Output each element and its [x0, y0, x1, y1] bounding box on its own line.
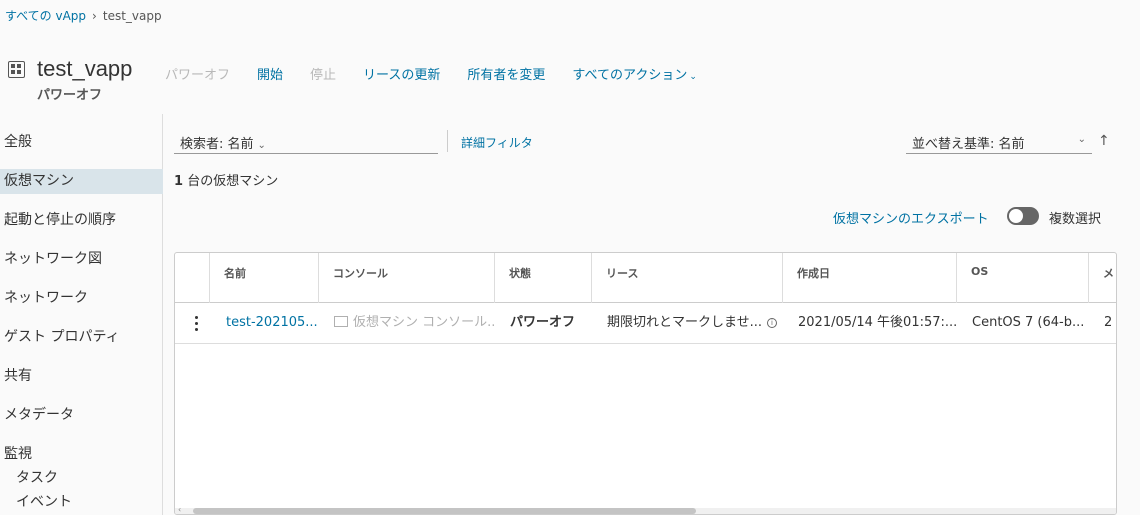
column-header-extra[interactable]: メ [1088, 253, 1116, 303]
row-actions-icon[interactable] [189, 314, 205, 334]
table-row: test-202105... 仮想マシン コンソール... パワーオフ 期限切れ… [175, 304, 1116, 344]
power-off-button[interactable]: パワーオフ [165, 64, 230, 83]
sidebar-item-metadata[interactable]: メタデータ [0, 403, 163, 428]
sidebar-item-network-diagram[interactable]: ネットワーク図 [0, 247, 163, 272]
vm-datagrid: 名前 コンソール 状態 リース 作成日 OS メ test-202105... … [174, 252, 1117, 515]
sidebar-item-monitor[interactable]: 監視 [0, 442, 163, 467]
renew-lease-button[interactable]: リースの更新 [363, 64, 440, 83]
horizontal-scrollbar[interactable]: ‹ [175, 505, 1116, 514]
breadcrumb-all-vapps-link[interactable]: すべての vApp [5, 7, 86, 24]
chevron-down-icon: ⌄ [1077, 134, 1086, 145]
arrow-up-icon[interactable]: ↑ [1098, 133, 1110, 149]
vm-extra: 2 [1104, 315, 1113, 330]
search-by-select[interactable]: 検索者: 名前 ⌄ [174, 129, 438, 154]
all-actions-label: すべてのアクション [572, 68, 688, 83]
export-vm-link[interactable]: 仮想マシンのエクスポート [833, 208, 989, 227]
sidebar: 全般 仮想マシン 起動と停止の順序 ネットワーク図 ネットワーク ゲスト プロパ… [0, 114, 163, 515]
page-header: test_vapp パワーオフ パワーオフ 開始 停止 リースの更新 所有者を変… [5, 56, 1135, 106]
page-title: test_vapp [37, 56, 133, 81]
scrollbar-thumb[interactable] [193, 508, 696, 514]
vm-name-link[interactable]: test-202105... [209, 304, 318, 344]
start-button[interactable]: 開始 [257, 64, 283, 83]
sort-by-label: 並べ替え基準: 名前 [912, 137, 1025, 152]
divider [447, 130, 448, 152]
vapp-status: パワーオフ [37, 88, 103, 103]
search-by-label: 検索者: 名前 [180, 137, 254, 152]
column-header-state[interactable]: 状態 [494, 253, 591, 303]
console-icon [334, 316, 348, 327]
sidebar-item-start-stop-order[interactable]: 起動と停止の順序 [0, 208, 163, 233]
all-actions-dropdown[interactable]: すべてのアクション ⌄ [572, 64, 696, 83]
sidebar-item-events[interactable]: イベント [0, 490, 163, 515]
info-icon[interactable]: i [767, 317, 778, 328]
vm-count-number: 1 [174, 174, 184, 189]
column-header-created[interactable]: 作成日 [782, 253, 956, 303]
sidebar-item-networks[interactable]: ネットワーク [0, 286, 163, 311]
scroll-left-icon[interactable]: ‹ [178, 505, 181, 514]
sidebar-item-vms[interactable]: 仮想マシン [0, 169, 163, 194]
sidebar-item-tasks[interactable]: タスク [0, 466, 163, 491]
change-owner-button[interactable]: 所有者を変更 [467, 64, 545, 83]
vm-count-label: 台の仮想マシン [187, 174, 279, 189]
breadcrumb-current: test_vapp [102, 8, 162, 23]
column-header-os[interactable]: OS [956, 253, 1088, 303]
vm-console-link[interactable]: 仮想マシン コンソール... [318, 304, 494, 344]
vm-console-label: 仮想マシン コンソール... [353, 315, 494, 330]
column-actions [175, 253, 209, 303]
vm-lease-text: 期限切れとマークしませ... [607, 315, 763, 330]
column-header-lease[interactable]: リース [591, 253, 782, 303]
table-header: 名前 コンソール 状態 リース 作成日 OS メ [175, 253, 1116, 303]
vm-os: CentOS 7 (64-b... [972, 315, 1085, 330]
multi-select-toggle[interactable] [1007, 207, 1039, 225]
action-bar: パワーオフ 開始 停止 リースの更新 所有者を変更 すべてのアクション ⌄ [165, 64, 724, 83]
sort-by-select[interactable]: 並べ替え基準: 名前 ⌄ [906, 129, 1092, 154]
vm-created: 2021/05/14 午後01:57:... [798, 315, 956, 330]
chevron-down-icon: ⌄ [689, 72, 697, 82]
vm-state: パワーオフ [510, 315, 576, 330]
column-header-name[interactable]: 名前 [209, 253, 318, 303]
vapp-icon [8, 61, 25, 78]
vm-lease: 期限切れとマークしませ... i [591, 304, 782, 344]
column-header-console[interactable]: コンソール [318, 253, 494, 303]
vm-count: 1 台の仮想マシン [174, 170, 278, 189]
breadcrumb-separator: › [92, 8, 97, 23]
advanced-filter-link[interactable]: 詳細フィルタ [461, 134, 533, 151]
sidebar-item-sharing[interactable]: 共有 [0, 364, 163, 389]
sidebar-item-guest-properties[interactable]: ゲスト プロパティ [0, 325, 163, 350]
stop-button[interactable]: 停止 [310, 64, 336, 83]
breadcrumb: すべての vApp › test_vapp [5, 7, 162, 24]
multi-select-label: 複数選択 [1049, 212, 1102, 227]
chevron-down-icon: ⌄ [257, 140, 266, 151]
sidebar-item-general[interactable]: 全般 [0, 130, 163, 155]
toggle-knob [1009, 209, 1023, 223]
